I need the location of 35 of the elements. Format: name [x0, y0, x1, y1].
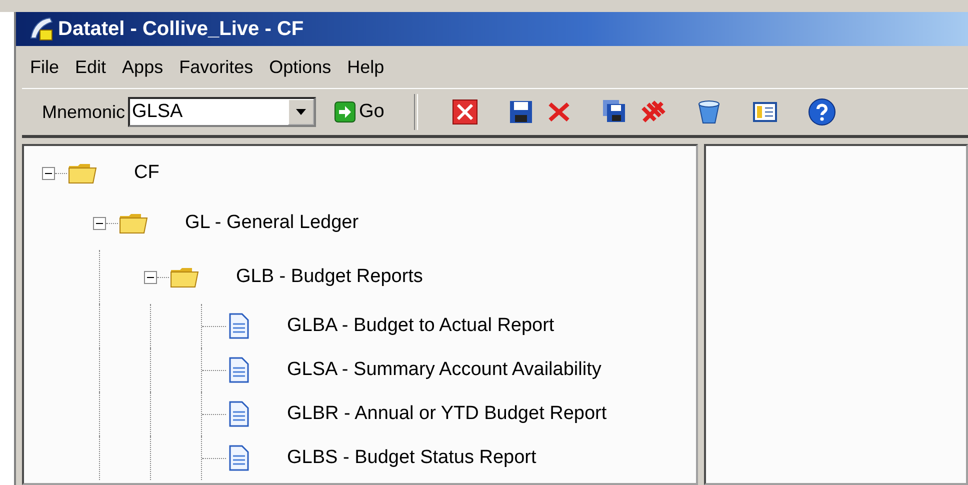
menu-item[interactable]: File	[30, 56, 60, 78]
tree-item[interactable]: GLB - Budget Reports	[236, 250, 423, 304]
document-icon	[227, 313, 251, 339]
collapse-toggle[interactable]	[144, 270, 157, 284]
app-icon	[28, 16, 54, 42]
help-icon[interactable]	[808, 98, 836, 126]
go-button[interactable]: Go	[334, 101, 384, 123]
mnemonic-label: Mnemonic	[42, 102, 126, 122]
window-title: Datatel - Collive_Live - CF	[58, 18, 304, 40]
menu-item[interactable]: Apps	[122, 56, 164, 78]
document-icon	[227, 357, 251, 383]
bucket-icon[interactable]	[696, 99, 722, 125]
mnemonic-combo[interactable]: GLSA	[128, 97, 316, 127]
menu-item[interactable]: Help	[347, 56, 384, 78]
collapse-toggle[interactable]	[93, 216, 106, 230]
document-icon	[227, 445, 251, 471]
tree-item[interactable]: GLBA - Budget to Actual Report	[287, 304, 554, 348]
menu-item[interactable]: Edit	[75, 56, 106, 78]
tree-item[interactable]: GLBS - Budget Status Report	[287, 436, 536, 480]
tree-item[interactable]: GL - General Ledger	[185, 196, 359, 250]
tree-item[interactable]: GLBR - Annual or YTD Budget Report	[287, 392, 607, 436]
delete-all-icon[interactable]	[640, 99, 666, 125]
folder-icon	[119, 212, 149, 234]
panel-icon[interactable]	[752, 99, 778, 125]
folder-icon	[68, 162, 98, 184]
document-icon	[227, 401, 251, 427]
collapse-toggle[interactable]	[42, 166, 55, 180]
tree-item[interactable]: GLSA - Summary Account Availability	[287, 348, 602, 392]
menu-item[interactable]: Options	[269, 56, 332, 78]
tree-item[interactable]: CF	[134, 150, 160, 196]
menu-item[interactable]: Favorites	[179, 56, 254, 78]
close-icon[interactable]	[452, 99, 478, 125]
dropdown-arrow-icon[interactable]	[296, 109, 306, 115]
folder-icon	[170, 266, 200, 288]
save-icon[interactable]	[508, 99, 534, 125]
